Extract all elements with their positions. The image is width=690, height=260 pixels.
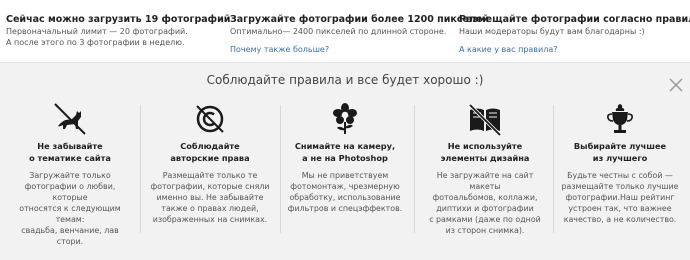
rule-title-line: из лучшего (592, 152, 648, 163)
rules-title: Размещайте фотографии согласно правилам (459, 14, 690, 25)
upload-limit-title: Сейчас можно загрузить 19 фотографий (6, 14, 231, 25)
rule-desc-line: фотографии.Наш рейтинг (565, 193, 675, 202)
rule-design: Не используйте элементы дизайна Не загру… (425, 101, 545, 236)
rule-title-line: Не забывайте (37, 141, 103, 151)
resolution-title: Загружайте фотографии более 1200 пикселе… (230, 14, 489, 25)
rule-copyright: Соблюдайте авторские права Размещайте то… (150, 101, 270, 225)
rule-desc-line: фотомонтаж, чрезмерную (290, 182, 400, 191)
rule-desc-line: Размещайте только те (162, 171, 258, 180)
rule-desc-line: диптихи и фотографии (436, 204, 534, 213)
rule-title-line: Снимайте на камеру, (294, 141, 396, 151)
rule-title-line: элементы дизайна (440, 152, 530, 163)
rule-topic: Не забывайте о тематике сайта Загружайте… (10, 101, 130, 247)
rule-desc-line: изображенных на снимках. (152, 215, 268, 224)
rule-title-line: Не используйте (447, 141, 523, 151)
no-copyright-icon (196, 105, 224, 133)
rule-desc-line: устроен так, что важнее (568, 204, 672, 213)
rule-desc-line: именно вы. Не забывайте (156, 193, 264, 202)
no-album-icon (468, 103, 502, 137)
rule-desc-line: относятся к следующим темам: (19, 204, 121, 224)
rule-best: Выбирайте лучшее из лучшего Будьте честн… (560, 101, 680, 225)
resolution-why-link[interactable]: Почему также больше? (230, 45, 329, 54)
rule-title-line: а не на Photoshop (302, 152, 388, 163)
rules-panel: Соблюдайте правила и все будет хорошо :)… (0, 62, 690, 260)
rules-panel-heading: Соблюдайте правила и все будет хорошо :) (206, 73, 484, 87)
rules-line: Наши модераторы будут вам благодарны :) (459, 27, 645, 36)
rule-desc-line: качество, а не количество. (563, 215, 677, 224)
resolution-line: Оптимально— 2400 пикселей по длинной сто… (230, 27, 447, 36)
resolution-info: Загружайте фотографии более 1200 пикселе… (230, 13, 489, 56)
rule-camera: Снимайте на камеру, а не на Photoshop Мы… (285, 101, 405, 214)
rule-title-line: о тематике сайта (29, 152, 111, 163)
rule-desc-line: Будьте честны с собой — (567, 171, 673, 180)
rule-title-line: Соблюдайте (180, 141, 240, 151)
upload-info-bar: Сейчас можно загрузить 19 фотографий Пер… (0, 0, 690, 62)
flower-icon (333, 103, 357, 134)
upload-limit-line: А после этого по 3 фотографии в неделю. (6, 38, 185, 47)
rule-desc-line: обработку, использование (289, 193, 401, 202)
trophy-poop-icon (607, 104, 633, 133)
rule-divider (414, 105, 415, 233)
upload-limit-line: Первоначальный лимит — 20 фотографий. (6, 27, 188, 36)
rule-desc-line: из сторон снимка). (445, 226, 525, 235)
rule-desc-line: фильтров и спецэффектов. (287, 204, 403, 213)
rule-divider (553, 105, 554, 233)
rule-desc-line: Мы не приветствуем (301, 171, 389, 180)
rule-desc-line: фотографии о любви, которые (24, 182, 116, 202)
rule-desc-line: также о правах людей, (161, 204, 259, 213)
rule-desc-line: свадьба, венчание, лав стори. (21, 226, 119, 246)
rule-desc-line: размещайте только лучшие (561, 182, 679, 191)
rule-title-line: авторские права (170, 152, 250, 163)
rule-divider (280, 105, 281, 233)
no-cat-icon (54, 103, 86, 135)
rule-desc-line: Не загружайте на сайт макеты (436, 171, 534, 191)
rule-desc-line: фотоальбомов, коллажи, (432, 193, 538, 202)
rule-title-line: Выбирайте лучшее (573, 141, 667, 151)
rules-link[interactable]: А какие у вас правила? (459, 45, 557, 54)
rule-divider (140, 105, 141, 233)
close-icon[interactable] (668, 77, 684, 93)
rules-info: Размещайте фотографии согласно правилам … (459, 13, 690, 56)
upload-limit-info: Сейчас можно загрузить 19 фотографий Пер… (6, 13, 230, 48)
rule-desc-line: с рамками (даже по одной (429, 215, 541, 224)
rule-desc-line: Загружайте только (29, 171, 111, 180)
rule-desc-line: фотографии, которые сняли (150, 182, 270, 191)
